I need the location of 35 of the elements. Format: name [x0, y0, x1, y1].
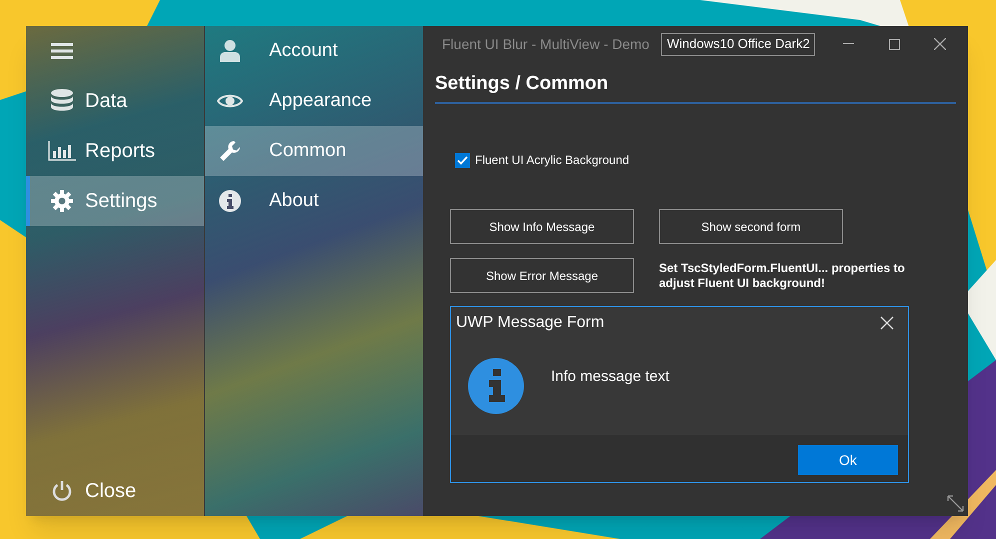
info-icon: [468, 358, 524, 414]
person-icon: [220, 40, 240, 62]
info-icon: [219, 190, 242, 212]
page-heading: Settings / Common: [435, 64, 956, 104]
theme-dropdown[interactable]: Windows10 Office Dark2: [661, 32, 815, 56]
action-button[interactable]: Show Error Message: [450, 258, 634, 293]
eye-icon: [217, 93, 244, 109]
action-button[interactable]: Show Info Message: [450, 209, 634, 244]
submenu-item[interactable]: Account: [205, 26, 423, 76]
bar-chart-icon: [48, 141, 76, 161]
gear-icon: [51, 190, 73, 212]
checkbox-label: Fluent UI Acrylic Background: [475, 152, 630, 169]
resize-grip-icon: [947, 495, 964, 512]
wrench-icon: [219, 140, 242, 162]
maximize-icon: [888, 38, 900, 50]
sidebar-item[interactable]: Data: [26, 76, 204, 126]
action-button[interactable]: Show second form: [659, 209, 843, 244]
sidebar-item[interactable]: Settings: [26, 176, 204, 226]
power-icon: [51, 480, 73, 502]
window-title: Fluent UI Blur - MultiView - Demo: [442, 34, 650, 54]
dialog-message: Info message text: [551, 367, 670, 387]
database-icon: [51, 88, 73, 114]
ok-button[interactable]: Ok: [798, 445, 898, 475]
close-icon: [934, 38, 946, 50]
checkbox[interactable]: [455, 152, 470, 168]
minimize-icon: [842, 43, 854, 45]
close-app-item[interactable]: Close: [26, 466, 204, 516]
menu-icon: [51, 42, 73, 60]
sidebar-item[interactable]: Reports: [26, 126, 204, 176]
submenu-item[interactable]: About: [205, 176, 423, 226]
dialog-close-button[interactable]: [880, 316, 894, 330]
dialog-title: UWP Message Form: [456, 313, 604, 333]
submenu-item[interactable]: Common: [205, 126, 423, 176]
submenu-item[interactable]: Appearance: [205, 76, 423, 126]
hint-text: Set TscStyledForm.FluentUI... properties to adjust Fluent UI background!: [659, 260, 906, 290]
